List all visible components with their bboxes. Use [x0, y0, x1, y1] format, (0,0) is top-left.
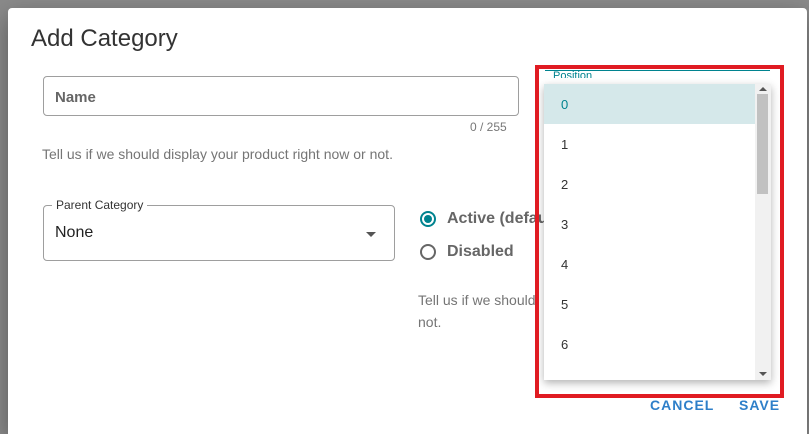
- position-option[interactable]: 0: [544, 84, 755, 124]
- position-dropdown-menu: 0 1 2 3 4 5 6 7: [544, 84, 771, 380]
- radio-unchecked-icon: [420, 244, 436, 260]
- dropdown-scrollbar[interactable]: [755, 84, 771, 380]
- position-option[interactable]: 3: [544, 204, 755, 244]
- position-option[interactable]: 2: [544, 164, 755, 204]
- position-option[interactable]: 7: [544, 364, 755, 381]
- save-button[interactable]: SAVE: [739, 397, 780, 413]
- position-option[interactable]: 5: [544, 284, 755, 324]
- status-help-text: Tell us if we should not.: [418, 292, 536, 330]
- chevron-down-icon: [366, 232, 376, 237]
- position-label: Position: [550, 71, 596, 78]
- status-active-radio[interactable]: Active (defau: [420, 210, 547, 228]
- position-option[interactable]: 1: [544, 124, 755, 164]
- position-option[interactable]: 6: [544, 324, 755, 364]
- parent-category-select[interactable]: Parent Category None: [43, 198, 395, 261]
- parent-category-value: None: [55, 224, 94, 241]
- dialog-title: Add Category: [31, 25, 178, 52]
- parent-category-label: Parent Category: [52, 198, 148, 212]
- name-label: Name: [55, 89, 96, 106]
- name-character-counter: 0 / 255: [470, 120, 507, 134]
- name-help-text: Tell us if we should display your produc…: [42, 146, 393, 162]
- cancel-button[interactable]: CANCEL: [650, 397, 714, 413]
- status-active-label: Active (defau: [447, 210, 548, 227]
- scrollbar-thumb[interactable]: [757, 94, 768, 194]
- status-disabled-radio[interactable]: Disabled: [420, 243, 514, 261]
- position-option[interactable]: 4: [544, 244, 755, 284]
- status-disabled-label: Disabled: [447, 243, 514, 260]
- scroll-down-arrow-icon[interactable]: [759, 372, 767, 376]
- radio-checked-icon: [420, 211, 436, 227]
- scroll-up-arrow-icon[interactable]: [759, 87, 767, 91]
- name-input[interactable]: Name: [43, 76, 519, 116]
